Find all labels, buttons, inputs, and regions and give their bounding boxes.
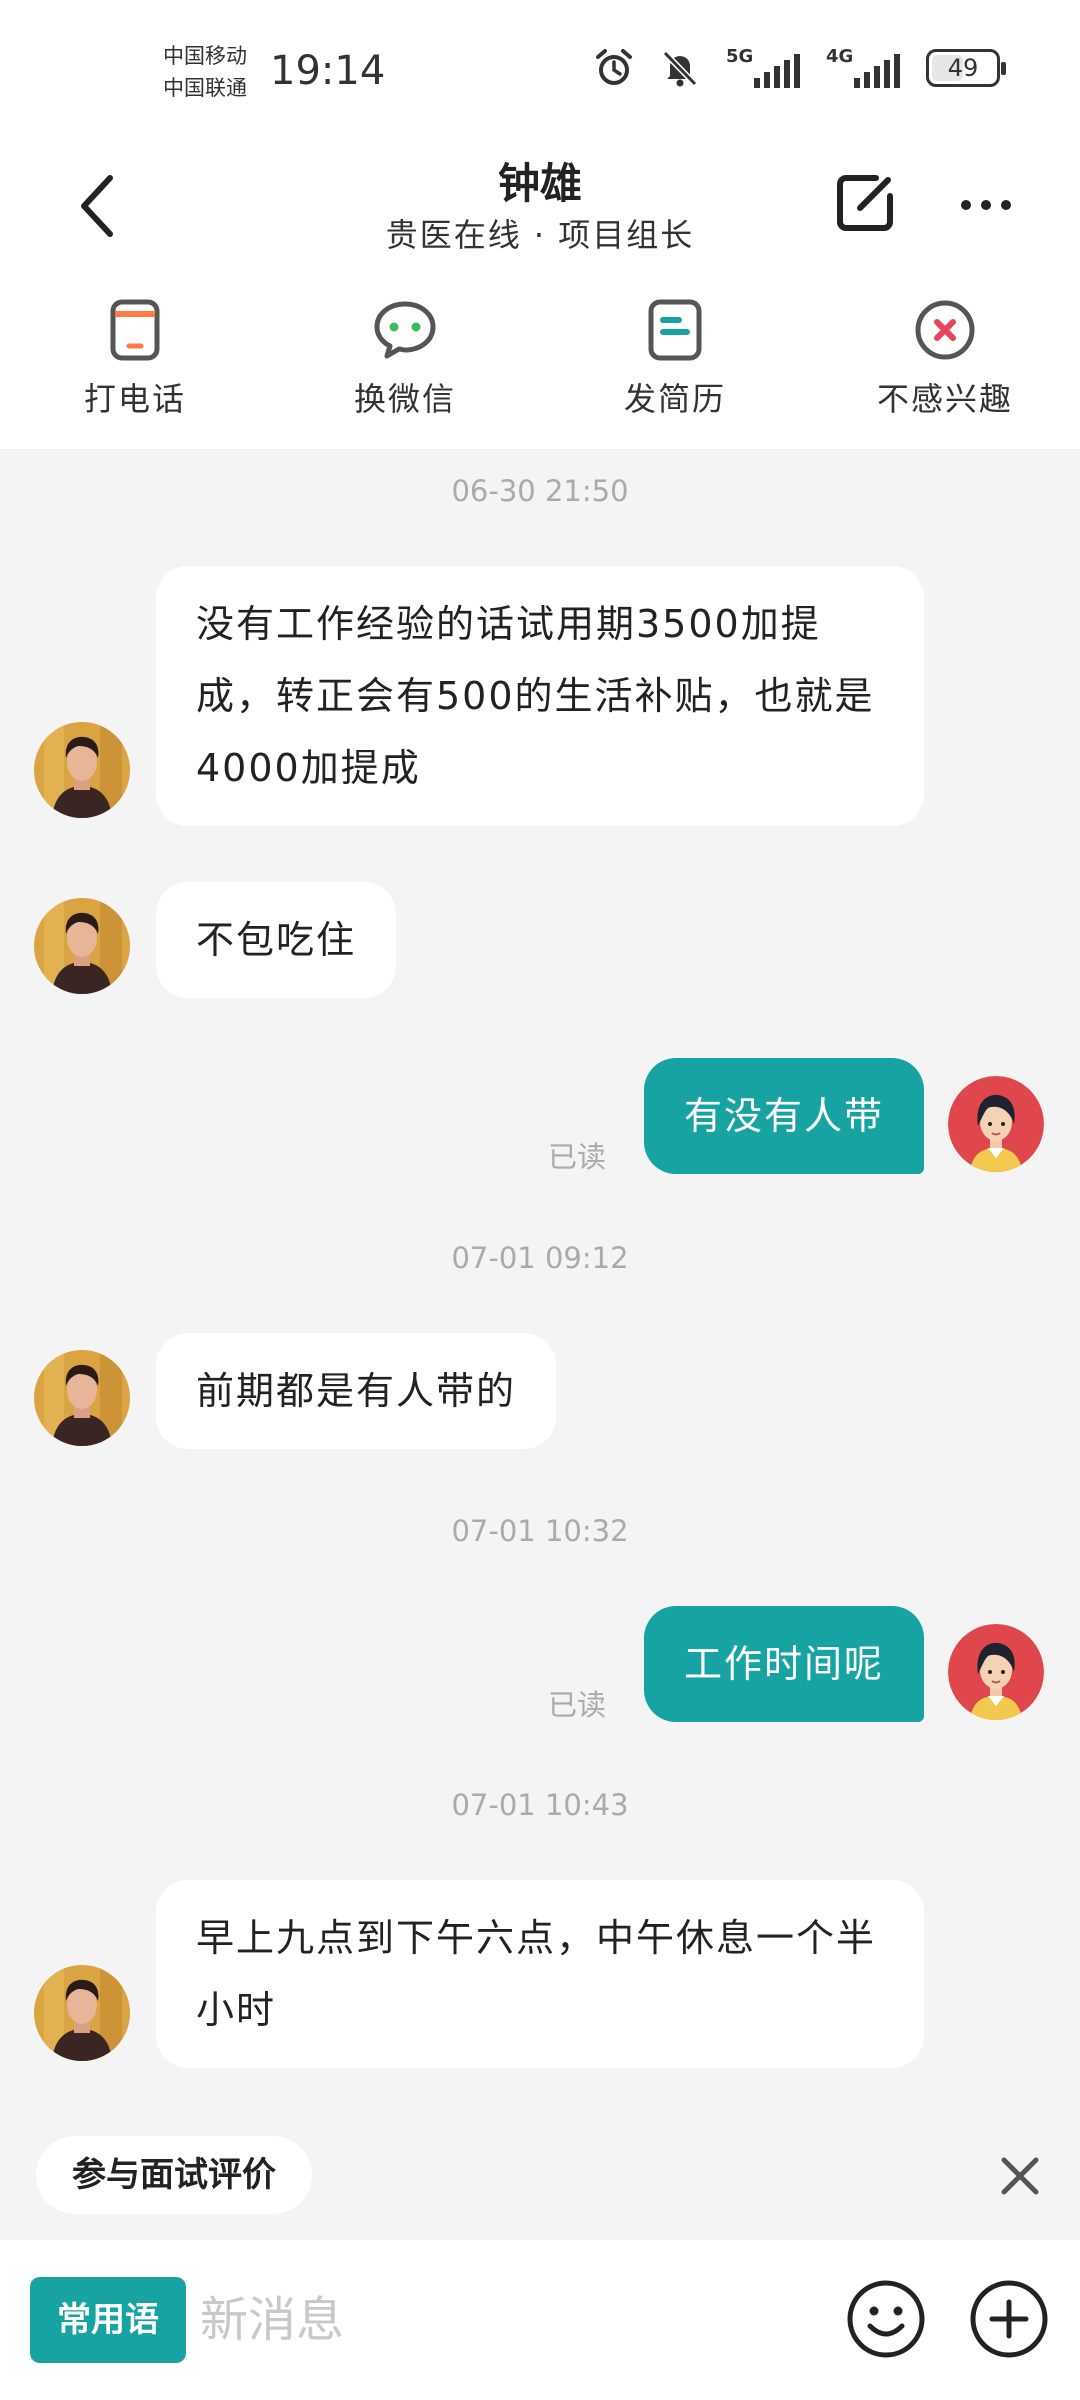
action-bar: 打电话 换微信 发简历 不感兴趣	[0, 290, 1080, 450]
timestamp: 07-01 10:43	[451, 1788, 629, 1822]
mute-bell-icon	[662, 50, 698, 87]
message-bubble-incoming[interactable]: 没有工作经验的话试用期3500加提成，转正会有500的生活补贴，也就是4000加…	[156, 566, 924, 826]
contact-avatar[interactable]	[34, 1350, 130, 1446]
call-button[interactable]: 打电话	[0, 290, 270, 449]
message-bubble-outgoing[interactable]: 工作时间呢	[643, 1606, 924, 1722]
not-interested-button[interactable]: 不感兴趣	[810, 290, 1080, 449]
contact-name: 钟雄	[497, 159, 582, 208]
signal-4g-icon: 4G	[826, 46, 900, 88]
status-time: 19:14	[270, 48, 386, 94]
resume-icon	[648, 299, 702, 361]
my-avatar[interactable]	[948, 1624, 1044, 1720]
not-interested-label: 不感兴趣	[876, 380, 1013, 418]
exchange-wechat-button[interactable]: 换微信	[270, 290, 540, 449]
chat-header: 钟雄 贵医在线 · 项目组长	[0, 140, 1080, 290]
message-bubble-incoming[interactable]: 前期都是有人带的	[156, 1333, 557, 1449]
contact-avatar[interactable]	[34, 898, 130, 994]
contact-avatar[interactable]	[34, 1965, 130, 2061]
read-status: 已读	[548, 1688, 607, 1722]
signal-5g-icon: 5G	[726, 46, 800, 88]
wechat-label: 换微信	[353, 380, 456, 418]
edit-icon[interactable]	[830, 168, 900, 238]
quick-phrases-button[interactable]: 常用语	[30, 2277, 186, 2363]
not-interested-icon	[915, 300, 975, 360]
resume-label: 发简历	[623, 380, 726, 418]
timestamp: 06-30 21:50	[451, 474, 629, 508]
send-resume-button[interactable]: 发简历	[540, 290, 810, 449]
contact-avatar[interactable]	[34, 722, 130, 818]
plus-icon[interactable]	[968, 2278, 1050, 2360]
emoji-icon[interactable]	[845, 2278, 927, 2360]
contact-company-role: 贵医在线 · 项目组长	[385, 216, 695, 254]
net-label-2: 4G	[826, 46, 854, 67]
carrier-2: 中国联通	[163, 76, 247, 100]
message-bubble-incoming[interactable]: 不包吃住	[156, 882, 397, 998]
net-label-1: 5G	[726, 46, 754, 67]
call-label: 打电话	[83, 380, 186, 418]
carrier-1: 中国移动	[163, 44, 247, 68]
interview-review-chip[interactable]: 参与面试评价	[36, 2136, 312, 2214]
battery-icon: 49	[926, 49, 1006, 87]
close-icon[interactable]	[990, 2146, 1050, 2206]
alarm-icon	[596, 49, 632, 85]
my-avatar[interactable]	[948, 1076, 1044, 1172]
message-bubble-incoming[interactable]: 早上九点到下午六点，中午休息一个半小时	[156, 1880, 924, 2068]
read-status: 已读	[548, 1140, 607, 1174]
phone-icon	[110, 299, 160, 361]
battery-level: 49	[947, 54, 979, 82]
more-icon[interactable]	[956, 180, 1016, 230]
timestamp: 07-01 10:32	[451, 1514, 629, 1548]
wechat-icon	[374, 301, 436, 359]
message-input[interactable]	[200, 2277, 820, 2363]
message-bubble-outgoing[interactable]: 有没有人带	[643, 1058, 924, 1174]
input-bar: 常用语	[0, 2240, 1080, 2400]
carrier-info: 中国移动 中国联通	[163, 40, 247, 104]
timestamp: 07-01 09:12	[451, 1241, 629, 1275]
status-bar: 中国移动 中国联通 19:14 5G 4G 49	[0, 0, 1080, 140]
